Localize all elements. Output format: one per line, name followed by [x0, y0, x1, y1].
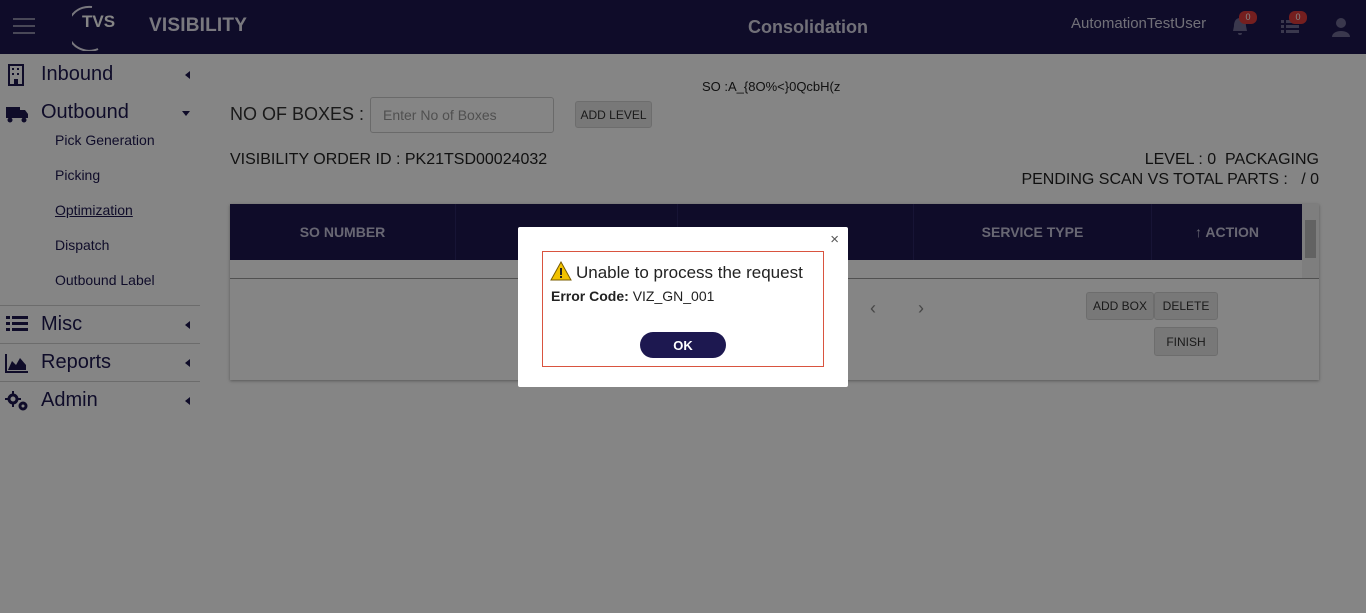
- error-message-box: Unable to process the request Error Code…: [542, 251, 824, 367]
- error-code-label: Error Code:: [551, 288, 629, 304]
- error-title: Unable to process the request: [576, 263, 803, 282]
- ok-button[interactable]: OK: [640, 332, 726, 358]
- warning-icon: [550, 261, 572, 281]
- error-dialog: × Unable to process the request Error Co…: [518, 227, 848, 387]
- close-icon[interactable]: ×: [830, 231, 839, 248]
- error-code-line: Error Code: VIZ_GN_001: [551, 288, 714, 304]
- error-code-value: VIZ_GN_001: [632, 288, 715, 304]
